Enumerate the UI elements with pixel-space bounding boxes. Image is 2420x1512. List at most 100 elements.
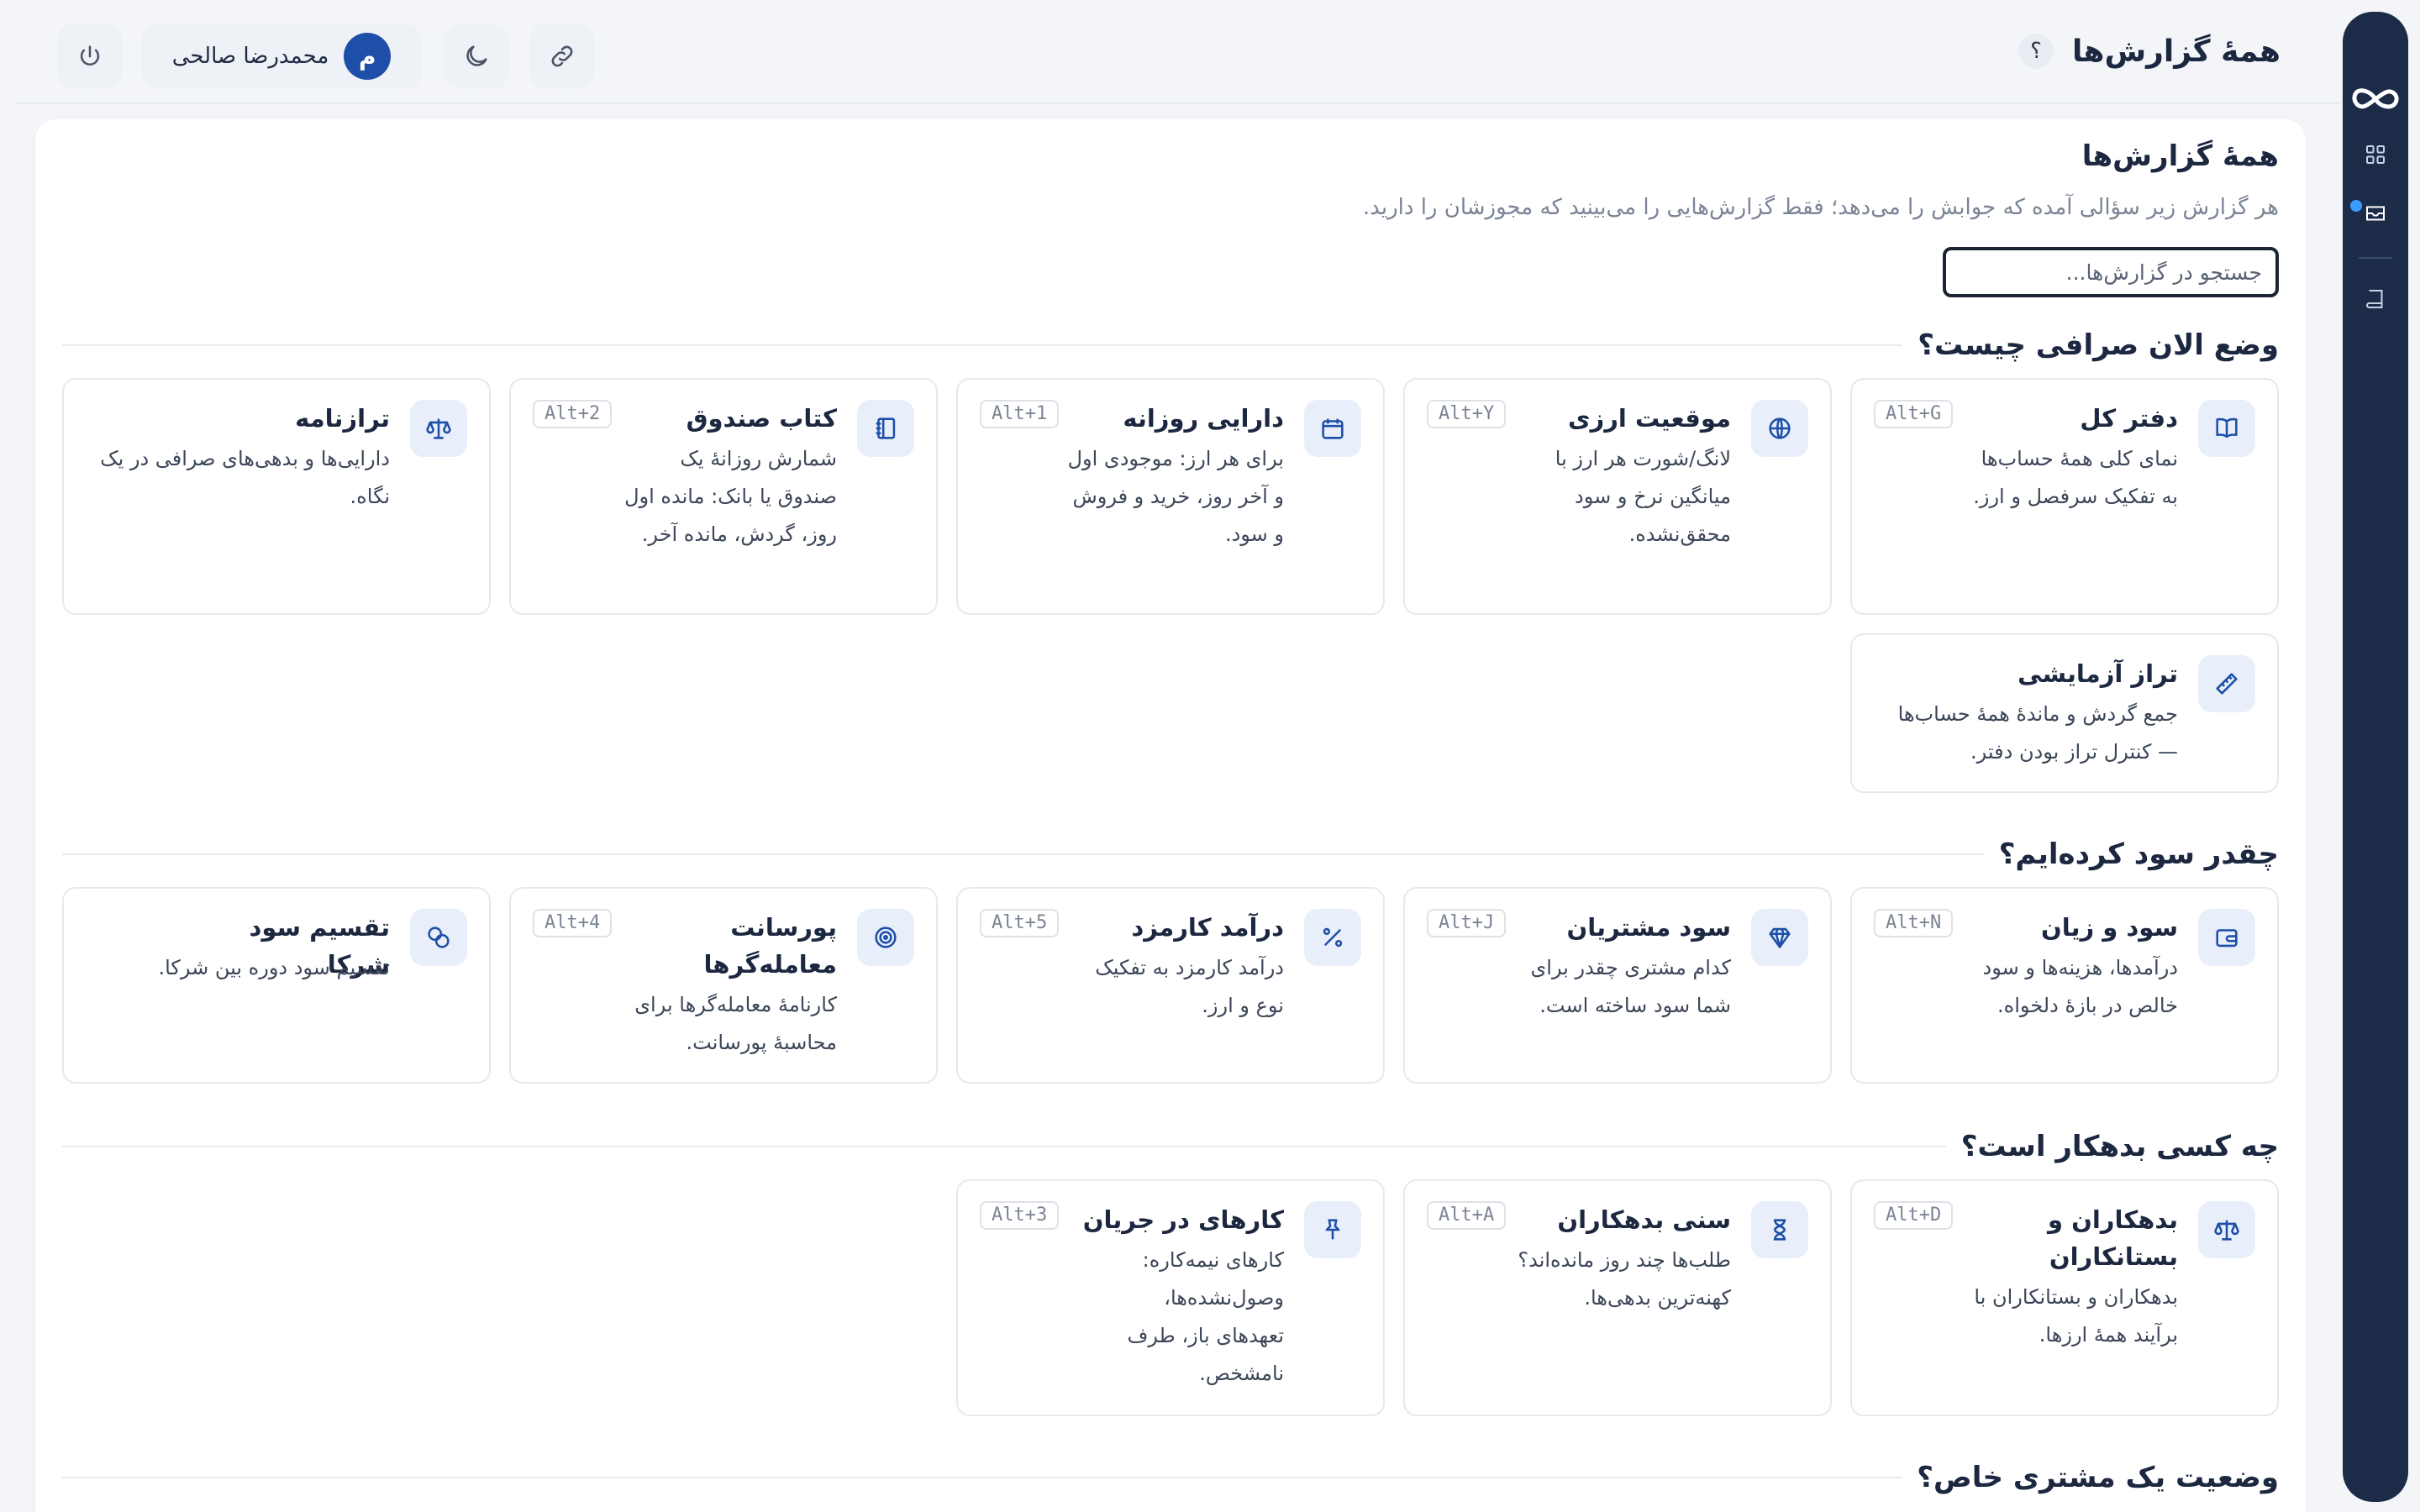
page-heading: همهٔ گزارش‌ها ؟ (2018, 34, 2281, 69)
scale-icon (410, 400, 467, 457)
report-card-fx-position[interactable]: موقعیت ارزی لانگ/شورت هر ارز با میانگین … (1403, 378, 1832, 615)
card-description: لانگ/شورت هر ارز با میانگین نرخ و سود مح… (1555, 447, 1731, 546)
section-title: چه کسی بدهکار است؟ (1960, 1130, 2279, 1163)
section-title: وضع الان صرافی چیست؟ (1918, 328, 2279, 362)
section-divider (62, 344, 1903, 346)
card-description: درآمد کارمزد به تفکیک نوع و ارز. (1095, 956, 1284, 1017)
rail-reports[interactable] (2350, 195, 2394, 232)
card-title: سود مشتریان (1566, 913, 1731, 942)
section-title: چقدر سود کرده‌ایم؟ (1998, 837, 2279, 871)
page-title: همهٔ گزارش‌ها (2071, 34, 2281, 69)
avatar: م (344, 33, 392, 80)
card-description: برای هر ارز: موجودی اول و آخر روز، خرید … (1067, 447, 1284, 546)
card-title: تراز آزمایشی (2018, 659, 2178, 688)
report-card-general-ledger[interactable]: دفتر کل نمای کلی همهٔ حساب‌ها به تفکیک س… (1850, 378, 2279, 615)
diamond-icon (1751, 909, 1808, 966)
card-title: سود و زیان (2040, 913, 2178, 942)
active-indicator (2350, 200, 2362, 212)
report-card-work-in-progress[interactable]: کارهای در جریان کارهای نیمه‌کاره: وصول‌ن… (956, 1179, 1385, 1416)
report-card-daily-assets[interactable]: دارایی روزانه برای هر ارز: موجودی اول و … (956, 378, 1385, 615)
card-description: بدهکاران و بستانکاران با برآیند همهٔ ارز… (1974, 1285, 2178, 1347)
shortcut-badge: Alt+2 (533, 400, 613, 428)
power-icon (80, 45, 100, 66)
section-debtors: چه کسی بدهکار است؟ بدهکاران و بستانکاران… (62, 1126, 2279, 1416)
card-description: کدام مشتری چقدر برای شما سود ساخته است. (1530, 956, 1731, 1017)
card-description: شمارش روزانهٔ یک صندوق یا بانک: مانده او… (624, 447, 837, 546)
card-title: دارایی روزانه (1123, 404, 1284, 433)
card-description: جمع گردش و ماندهٔ همهٔ حساب‌ها — کنترل ت… (1897, 702, 2178, 764)
report-card-debtor-aging[interactable]: سنی بدهکاران طلب‌ها چند روز مانده‌اند؟ ک… (1403, 1179, 1832, 1416)
moon-icon (466, 45, 487, 66)
theme-toggle-button[interactable] (444, 24, 509, 89)
section-header: وضع الان صرافی چیست؟ (62, 324, 2279, 366)
section-header: چه کسی بدهکار است؟ (62, 1126, 2279, 1168)
section-divider (62, 853, 1984, 855)
report-card-trader-commission[interactable]: پورسانت معامله‌گرها کارنامهٔ معامله‌گرها… (509, 887, 938, 1084)
rail-dashboard[interactable] (2357, 136, 2394, 173)
user-menu[interactable]: م محمدرضا صالحی (141, 24, 422, 89)
reports-icon (2366, 206, 2385, 221)
card-title: ترازنامه (295, 404, 390, 433)
card-title: بدهکاران و بستانکاران (2047, 1205, 2178, 1271)
section-divider (62, 1146, 1946, 1147)
shortcut-badge: Alt+J (1427, 909, 1507, 937)
card-description: درآمدها، هزینه‌ها و سود خالص در بازهٔ دل… (1982, 956, 2178, 1017)
card-title: سنی بدهکاران (1557, 1205, 1731, 1234)
hourglass-icon (1751, 1201, 1808, 1258)
target-icon (857, 909, 914, 966)
shortcut-badge: Alt+3 (980, 1201, 1060, 1230)
card-title: دفتر کل (2080, 404, 2178, 433)
shortcut-badge: Alt+G (1874, 400, 1954, 428)
card-description: دارایی‌ها و بدهی‌های صرافی در یک نگاه. (100, 447, 390, 508)
scale-icon (2198, 1201, 2255, 1258)
rail-divider (2359, 257, 2392, 259)
top-bar: همهٔ گزارش‌ها ؟ م محمدرضا صالحی (15, 0, 2339, 104)
panel-subtitle: هر گزارش زیر سؤالی آمده که جوابش را می‌د… (1362, 195, 2279, 220)
book-icon (2198, 400, 2255, 457)
card-title: درآمد کارمزد (1131, 913, 1284, 942)
section-profit: چقدر سود کرده‌ایم؟ سود و زیان درآمدها، ه… (62, 833, 2279, 1084)
card-title: موقعیت ارزی (1567, 404, 1731, 433)
globe-icon (1751, 400, 1808, 457)
shortcut-badge: Alt+A (1427, 1201, 1507, 1230)
report-card-balance-sheet[interactable]: ترازنامه دارایی‌ها و بدهی‌های صرافی در ی… (62, 378, 491, 615)
wallet-icon (2198, 909, 2255, 966)
card-description: طلب‌ها چند روز مانده‌اند؟ کهنه‌ترین بدهی… (1518, 1248, 1731, 1310)
book-icon (2366, 290, 2383, 308)
rail-docs[interactable] (2357, 281, 2394, 318)
reports-search-input[interactable] (1943, 247, 2279, 297)
section-divider (62, 1477, 1902, 1478)
copy-link-button[interactable] (529, 24, 595, 89)
report-card-commission-income[interactable]: درآمد کارمزد درآمد کارمزد به تفکیک نوع و… (956, 887, 1385, 1084)
shortcut-badge: Alt+N (1874, 909, 1954, 937)
help-button[interactable]: ؟ (2018, 34, 2054, 69)
panel-title: همهٔ گزارش‌ها (2081, 139, 2279, 173)
coins-icon (410, 909, 467, 966)
section-header: چقدر سود کرده‌ایم؟ (62, 833, 2279, 875)
ruler-icon (2198, 655, 2255, 712)
card-title: کتاب صندوق (686, 404, 837, 433)
section-title: وضعیت یک مشتری خاص؟ (1917, 1461, 2279, 1494)
section-customer-status: وضعیت یک مشتری خاص؟ (62, 1457, 2279, 1499)
shortcut-badge: Alt+1 (980, 400, 1060, 428)
report-card-customer-profit[interactable]: سود مشتریان کدام مشتری چقدر برای شما سود… (1403, 887, 1832, 1084)
logout-button[interactable] (57, 24, 123, 89)
card-description: کارهای نیمه‌کاره: وصول‌نشده‌ها، تعهدهای … (1127, 1248, 1284, 1385)
card-title: پورسانت معامله‌گرها (703, 913, 838, 979)
pin-icon (1304, 1201, 1361, 1258)
report-card-debtors-creditors[interactable]: بدهکاران و بستانکاران بدهکاران و بستانکا… (1850, 1179, 2279, 1416)
side-rail (2343, 12, 2408, 1502)
report-card-trial-balance[interactable]: تراز آزمایشی جمع گردش و ماندهٔ همهٔ حساب… (1850, 633, 2279, 793)
card-description: نمای کلی همهٔ حساب‌ها به تفکیک سرفصل و ا… (1973, 447, 2178, 508)
shortcut-badge: Alt+D (1874, 1201, 1954, 1230)
section-current-status: وضع الان صرافی چیست؟ دفتر کل نمای کلی هم… (62, 324, 2279, 793)
report-card-cash-book[interactable]: کتاب صندوق شمارش روزانهٔ یک صندوق یا بان… (509, 378, 938, 615)
user-name: محمدرضا صالحی (171, 44, 329, 69)
infinity-logo-icon[interactable] (2350, 84, 2401, 114)
report-card-profit-loss[interactable]: سود و زیان درآمدها، هزینه‌ها و سود خالص … (1850, 887, 2279, 1084)
report-card-partner-profit[interactable]: تقسیم سود شرکا تقسیم سود دوره بین شرکا. (62, 887, 491, 1084)
calendar-icon (1304, 400, 1361, 457)
percent-icon (1304, 909, 1361, 966)
section-header: وضعیت یک مشتری خاص؟ (62, 1457, 2279, 1499)
reports-panel: همهٔ گزارش‌ها هر گزارش زیر سؤالی آمده که… (35, 119, 2306, 1512)
